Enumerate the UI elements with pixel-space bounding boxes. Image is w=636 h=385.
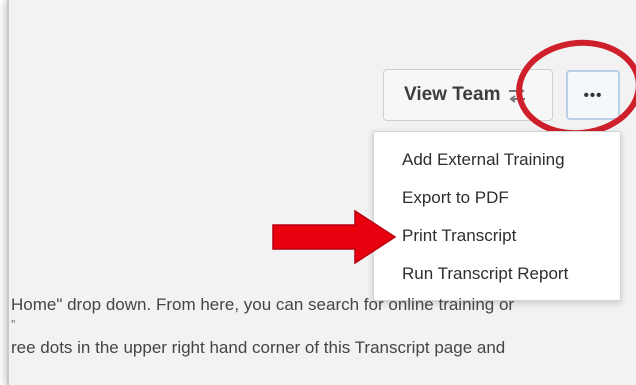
more-options-button[interactable]: ••• [566, 70, 620, 120]
transcript-page: View Team ••• Add External Training Expo… [7, 0, 636, 385]
body-text-line-3: ree dots in the upper right hand corner … [11, 338, 506, 357]
menu-item-run-transcript-report[interactable]: Run Transcript Report [374, 255, 620, 293]
red-pointer-arrow-icon [272, 209, 397, 265]
body-text-line-2: ” [11, 317, 16, 332]
more-options-icon: ••• [583, 86, 603, 104]
swap-arrows-icon [508, 87, 526, 103]
body-text-line-1: Home" drop down. From here, you can sear… [11, 295, 515, 314]
menu-item-print-transcript[interactable]: Print Transcript [374, 217, 620, 255]
menu-item-add-external-training[interactable]: Add External Training [374, 141, 620, 179]
menu-item-export-to-pdf[interactable]: Export to PDF [374, 179, 620, 217]
more-options-menu: Add External Training Export to PDF Prin… [373, 131, 621, 301]
view-team-button[interactable]: View Team [383, 69, 553, 121]
view-team-label: View Team [404, 84, 501, 105]
